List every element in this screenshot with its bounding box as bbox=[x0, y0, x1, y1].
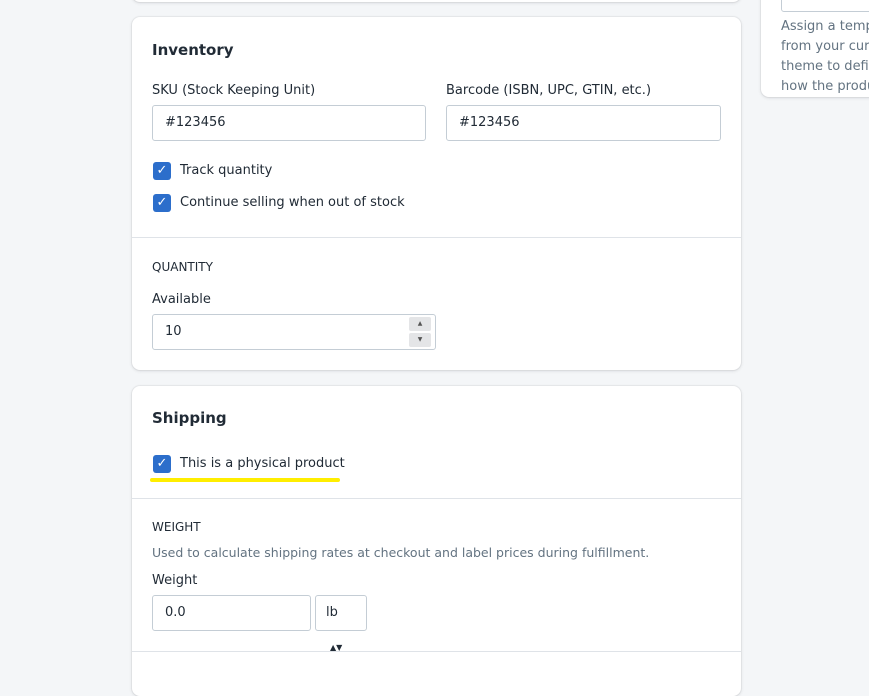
sku-input[interactable]: #123456 bbox=[152, 105, 426, 141]
top-card bbox=[132, 0, 741, 2]
weight-help: Used to calculate shipping rates at chec… bbox=[152, 545, 650, 560]
divider bbox=[132, 237, 741, 238]
inventory-card: Inventory SKU (Stock Keeping Unit) #1234… bbox=[132, 17, 741, 370]
available-label: Available bbox=[152, 292, 211, 307]
physical-product-checkbox[interactable]: ✓ bbox=[153, 455, 171, 473]
divider bbox=[132, 651, 741, 652]
physical-product-label: This is a physical product bbox=[180, 456, 345, 471]
shipping-card: Shipping ✓ This is a physical product WE… bbox=[132, 386, 741, 696]
template-help: Assign a template from your current them… bbox=[781, 19, 869, 94]
weight-unit-value: lb bbox=[326, 605, 338, 620]
template-select[interactable] bbox=[781, 0, 869, 12]
increment-button[interactable]: ▲ bbox=[409, 317, 431, 331]
sku-label: SKU (Stock Keeping Unit) bbox=[152, 83, 316, 98]
track-quantity-checkbox[interactable]: ✓ bbox=[153, 162, 171, 180]
quantity-heading: QUANTITY bbox=[152, 260, 213, 274]
decrement-button[interactable]: ▼ bbox=[409, 333, 431, 347]
continue-selling-checkbox[interactable]: ✓ bbox=[153, 194, 171, 212]
weight-label: Weight bbox=[152, 573, 198, 588]
weight-heading: WEIGHT bbox=[152, 520, 201, 534]
available-input[interactable]: 10 ▲ ▼ bbox=[152, 314, 436, 350]
template-card: Assign a template from your current them… bbox=[761, 0, 869, 97]
highlight-underline bbox=[150, 478, 340, 482]
barcode-input[interactable]: #123456 bbox=[446, 105, 721, 141]
weight-unit-select[interactable]: lb ▲▼ bbox=[315, 595, 367, 652]
shipping-title: Shipping bbox=[152, 409, 227, 427]
available-value: 10 bbox=[165, 324, 182, 339]
divider bbox=[132, 498, 741, 499]
continue-selling-label: Continue selling when out of stock bbox=[180, 195, 405, 210]
inventory-title: Inventory bbox=[152, 41, 234, 59]
barcode-label: Barcode (ISBN, UPC, GTIN, etc.) bbox=[446, 83, 652, 98]
weight-input[interactable]: 0.0 bbox=[152, 595, 311, 631]
track-quantity-label: Track quantity bbox=[180, 163, 273, 178]
